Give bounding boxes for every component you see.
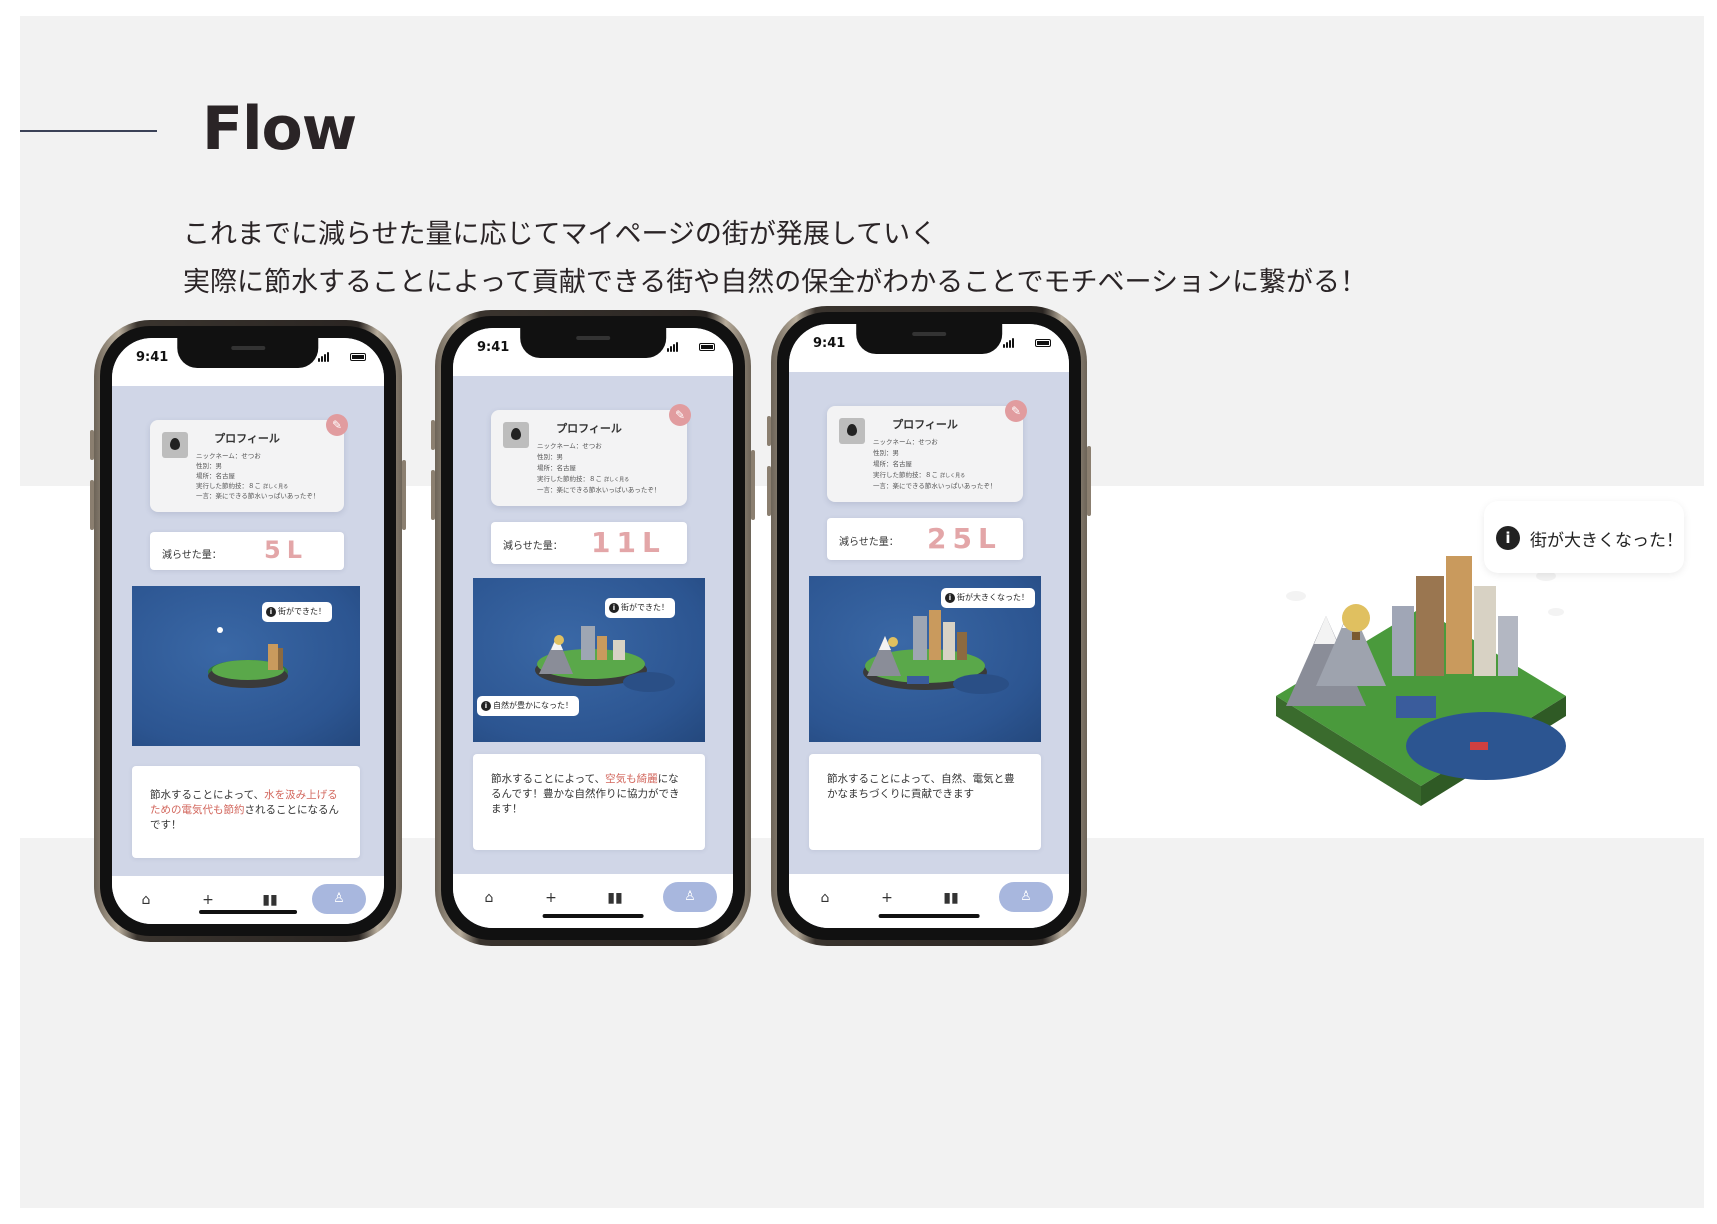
phone-screen: 9:41 プロフィール ✎ ニックネーム：せつお 性別：男 場所：名古屋 実行し…: [112, 338, 384, 924]
info-icon: i: [266, 607, 276, 617]
amount-value: 5L: [264, 536, 308, 564]
profile-card: プロフィール ✎ ニックネーム：せつお 性別：男 場所：名古屋 実行した節約技：…: [150, 414, 348, 512]
profile-title: プロフィール: [214, 432, 280, 445]
city-map: i 街ができた！: [132, 586, 360, 746]
profile-nickname: ニックネーム：せつお: [537, 442, 602, 450]
profile-place: 場所：名古屋: [196, 472, 235, 480]
amount-value: 25L: [927, 522, 1002, 555]
city-map: i 街ができた！ i 自然が豊かになった！: [473, 578, 705, 742]
reduced-amount-box: 減らせた量： 11L: [491, 522, 687, 564]
profile-nickname: ニックネーム：せつお: [873, 438, 938, 446]
status-bar: 9:41: [789, 324, 1069, 372]
profile-place: 場所：名古屋: [873, 460, 912, 468]
battery-icon: [1035, 339, 1051, 347]
home-icon[interactable]: ⌂: [477, 890, 501, 906]
user-icon[interactable]: ♙: [999, 882, 1053, 912]
user-icon[interactable]: ♙: [663, 882, 717, 912]
book-icon[interactable]: ▮▮: [258, 892, 282, 908]
info-icon: i: [1496, 526, 1520, 550]
description-line-1: これまでに減らせた量に応じてマイページの街が発展していく: [183, 219, 938, 250]
phone-2: 9:41 プロフィール ✎ ニックネーム：せつお 性別：男 場所：名古屋 実行し…: [431, 310, 755, 946]
large-city-illustration: [1276, 556, 1566, 806]
info-icon: i: [945, 593, 955, 603]
profile-gender: 性別：男: [537, 453, 563, 461]
info-bubble: i 自然が豊かになった！: [477, 696, 579, 716]
status-bar: 9:41: [453, 328, 733, 376]
status-time: 9:41: [477, 340, 510, 355]
home-icon[interactable]: ⌂: [813, 890, 837, 906]
signal-battery-icons: [318, 352, 366, 362]
info-icon: i: [609, 603, 619, 613]
pencil-icon[interactable]: ✎: [326, 414, 348, 436]
amount-label: 減らせた量：: [839, 537, 899, 548]
book-icon[interactable]: ▮▮: [939, 890, 963, 906]
profile-nickname: ニックネーム：せつお: [196, 452, 261, 460]
phone-3: 9:41 プロフィール ✎ ニックネーム：せつお 性別：男 場所：名古屋 実行し…: [767, 306, 1091, 946]
city-map: i 街が大きくなった！: [809, 576, 1041, 742]
message-card: 節水することによって、水を汲み上げるための電気代も節約されることになるんです！: [132, 766, 360, 858]
plus-icon[interactable]: +: [196, 892, 220, 908]
profile-methods: 実行した節約技：８こ 詳しく見る: [196, 482, 289, 490]
pencil-icon[interactable]: ✎: [1005, 400, 1027, 422]
book-icon[interactable]: ▮▮: [603, 890, 627, 906]
profile-methods: 実行した節約技：８こ 詳しく見る: [873, 471, 966, 479]
phone-screen: 9:41 プロフィール ✎ ニックネーム：せつお 性別：男 場所：名古屋 実行し…: [789, 324, 1069, 928]
tab-bar: ⌂ + ▮▮ ♙: [789, 874, 1069, 928]
home-indicator: [878, 914, 980, 918]
profile-title: プロフィール: [892, 418, 958, 431]
plus-icon[interactable]: +: [875, 890, 899, 906]
signal-battery-icons: [667, 342, 715, 352]
status-time: 9:41: [813, 336, 846, 351]
signal-battery-icons: [1003, 338, 1051, 348]
amount-label: 減らせた量：: [503, 541, 563, 552]
profile-card: プロフィール ✎ ニックネーム：せつお 性別：男 場所：名古屋 実行した節約技：…: [827, 400, 1027, 502]
description-line-2: 実際に節水することによって貢献できる街や自然の保全がわかることでモチベーションに…: [183, 267, 1367, 298]
phone-screen: 9:41 プロフィール ✎ ニックネーム：せつお 性別：男 場所：名古屋 実行し…: [453, 328, 733, 928]
title-rule: [20, 130, 157, 132]
plus-icon[interactable]: +: [539, 890, 563, 906]
info-bubble: i 街が大きくなった！: [941, 588, 1035, 608]
info-bubble: i 街ができた！: [605, 598, 675, 618]
message-card: 節水することによって、空気も綺麗になるんです！豊かな自然作りに協力ができます！: [473, 754, 705, 850]
profile-comment: 一言：楽にできる節水いっぱいあったぞ！: [196, 492, 320, 500]
profile-gender: 性別：男: [196, 462, 222, 470]
battery-icon: [350, 353, 366, 361]
profile-comment: 一言：楽にできる節水いっぱいあったぞ！: [537, 486, 661, 494]
info-bubble: i 街ができた！: [262, 602, 332, 622]
message-card: 節水することによって、自然、電気と豊かなまちづくりに貢献できます: [809, 754, 1041, 850]
info-icon: i: [481, 701, 491, 711]
city-grew-text: 街が大きくなった！: [1530, 531, 1683, 551]
reduced-amount-box: 減らせた量： 5L: [150, 532, 344, 570]
home-indicator: [542, 914, 644, 918]
city-grew-bubble: i 街が大きくなった！: [1484, 501, 1684, 573]
profile-gender: 性別：男: [873, 449, 899, 457]
profile-title: プロフィール: [556, 422, 622, 435]
slide: Flow これまでに減らせた量に応じてマイページの街が発展していく 実際に節水す…: [20, 16, 1704, 1208]
amount-label: 減らせた量：: [162, 550, 222, 561]
page-title: Flow: [202, 94, 357, 164]
profile-place: 場所：名古屋: [537, 464, 576, 472]
pencil-icon[interactable]: ✎: [669, 404, 691, 426]
home-icon[interactable]: ⌂: [134, 892, 158, 908]
tab-bar: ⌂ + ▮▮ ♙: [453, 874, 733, 928]
status-bar: 9:41: [112, 338, 384, 386]
profile-comment: 一言：楽にできる節水いっぱいあったぞ！: [873, 482, 997, 490]
status-time: 9:41: [136, 350, 169, 365]
amount-value: 11L: [591, 526, 666, 559]
battery-icon: [699, 343, 715, 351]
tab-bar: ⌂ + ▮▮ ♙: [112, 876, 384, 924]
profile-card: プロフィール ✎ ニックネーム：せつお 性別：男 場所：名古屋 実行した節約技：…: [491, 404, 691, 506]
phone-1: 9:41 プロフィール ✎ ニックネーム：せつお 性別：男 場所：名古屋 実行し…: [90, 320, 406, 942]
profile-methods: 実行した節約技：８こ 詳しく見る: [537, 475, 630, 483]
reduced-amount-box: 減らせた量： 25L: [827, 518, 1023, 560]
user-icon[interactable]: ♙: [312, 884, 366, 914]
home-indicator: [199, 910, 297, 914]
